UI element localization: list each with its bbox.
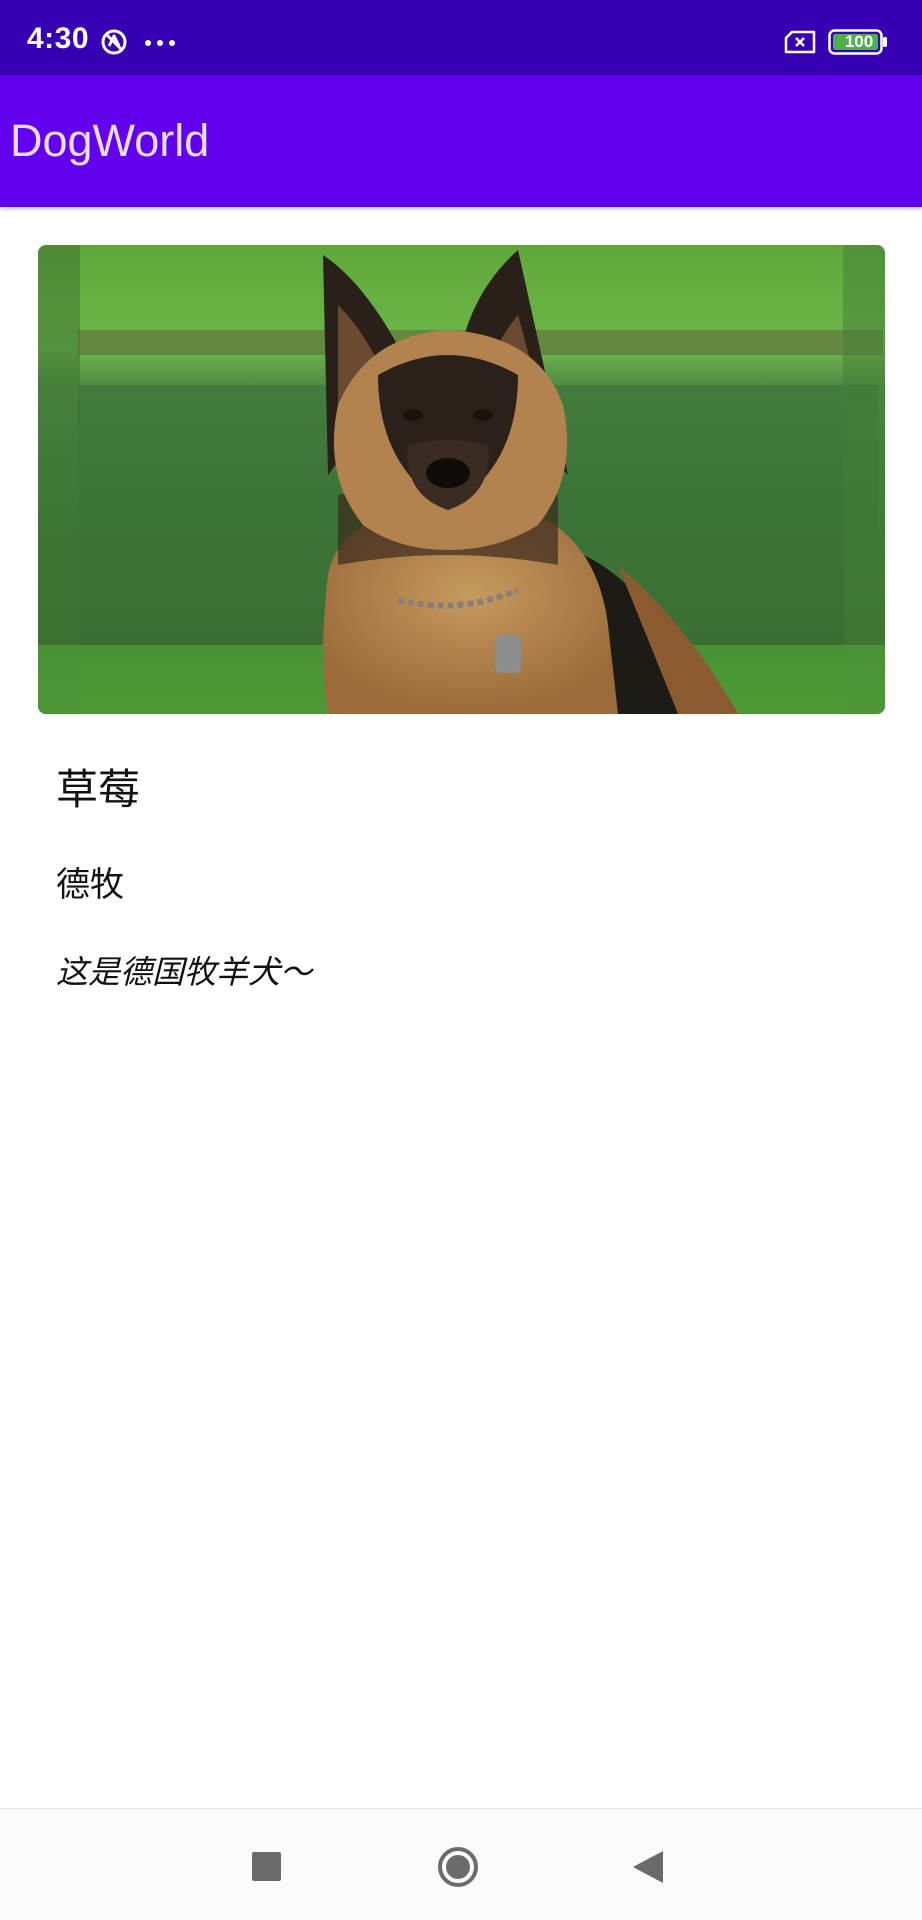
battery-icon: 100 xyxy=(828,29,888,55)
more-dots-icon xyxy=(144,33,176,46)
german-shepherd-photo xyxy=(38,245,885,714)
sync-disabled-icon xyxy=(99,27,129,57)
dog-name: 草莓 xyxy=(56,765,141,814)
recents-button[interactable] xyxy=(252,1852,281,1881)
battery-level: 100 xyxy=(844,32,874,51)
dog-breed: 德牧 xyxy=(56,865,124,905)
dog-description: 这是德国牧羊犬～ xyxy=(56,953,313,991)
status-bar: 4:30 100 xyxy=(0,0,922,75)
app-bar: DogWorld xyxy=(0,75,922,207)
screen: 4:30 100 DogWorld 草莓 德牧 这是德国牧羊犬～ xyxy=(0,0,922,1920)
app-title: DogWorld xyxy=(10,115,210,166)
back-button[interactable] xyxy=(631,1849,665,1885)
status-time: 4:30 xyxy=(27,22,90,55)
sim-error-icon xyxy=(784,30,816,54)
home-button[interactable] xyxy=(437,1846,479,1888)
